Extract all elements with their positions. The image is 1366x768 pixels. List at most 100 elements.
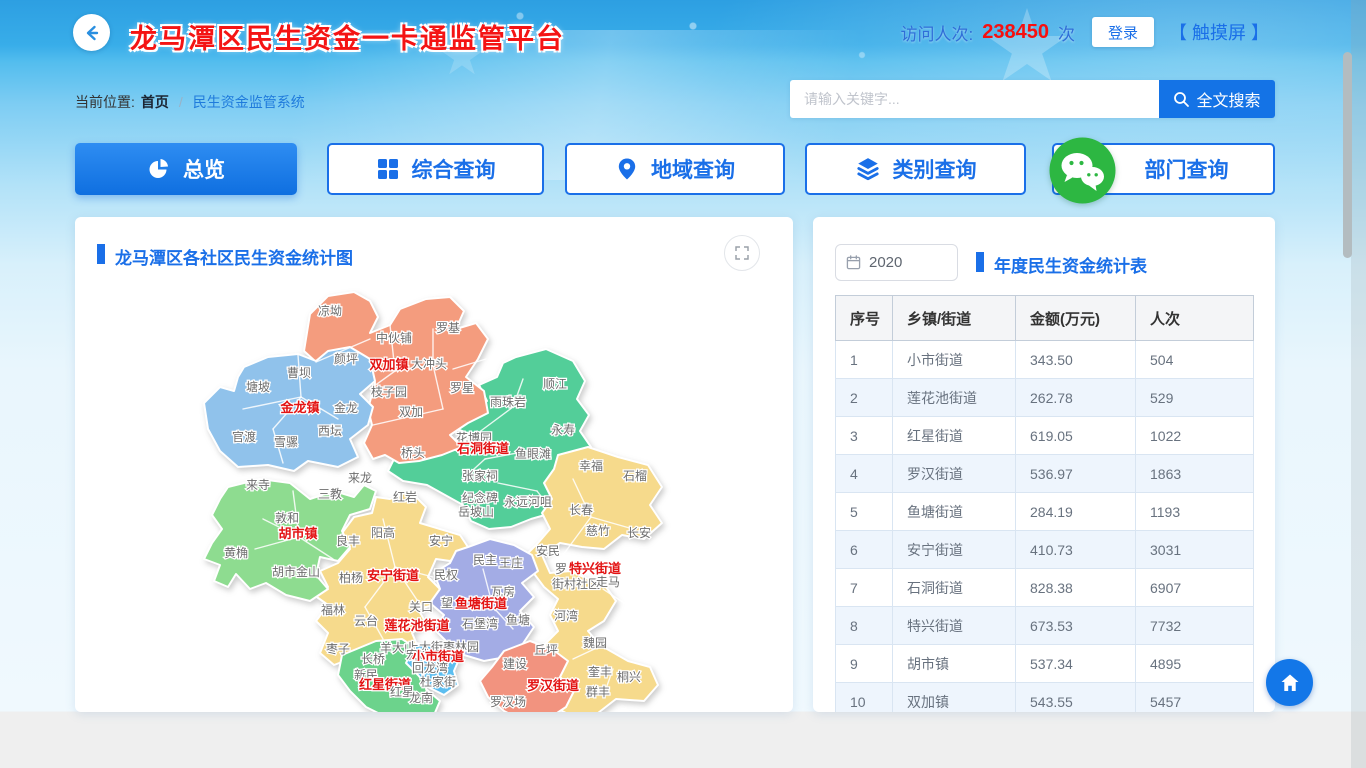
map-community-label: 鱼眼滩	[515, 447, 551, 461]
visits-count: 238450	[982, 21, 1049, 44]
table-cell: 828.38	[1016, 569, 1136, 607]
map-community-label: 曹坝	[287, 366, 311, 380]
map-community-label: 中伙铺	[376, 330, 412, 345]
map-community-label: 三教	[318, 486, 342, 501]
map-community-label: 官渡	[232, 429, 256, 444]
table-cell: 1863	[1136, 455, 1254, 493]
fullscreen-icon	[734, 245, 750, 261]
table-cell: 673.53	[1016, 607, 1136, 645]
map-community-label: 丘坪	[534, 643, 558, 657]
table-cell: 7	[836, 569, 893, 607]
map-community-label: 塘坡	[246, 379, 270, 394]
touch-screen-link[interactable]: 【 触摸屏 】	[1169, 19, 1269, 45]
map-community-label: 罗基	[436, 321, 460, 335]
login-button[interactable]: 登录	[1092, 17, 1154, 47]
search-button-label: 全文搜索	[1196, 87, 1260, 111]
table-cell: 504	[1136, 341, 1254, 379]
map-community-label: 安宁	[429, 533, 453, 548]
map-community-label: 鱼塘	[506, 612, 530, 627]
calendar-icon	[846, 255, 861, 270]
table-cell: 1193	[1136, 493, 1254, 531]
table-cell: 6907	[1136, 569, 1254, 607]
layers-icon	[855, 156, 881, 182]
table-cell: 鱼塘街道	[893, 493, 1016, 531]
map-community-label: 凉坳	[318, 303, 342, 318]
map-town-label: 石洞街道	[456, 441, 509, 456]
year-value[interactable]	[869, 254, 929, 271]
map-community-label: 关口	[409, 600, 433, 614]
table-cell: 343.50	[1016, 341, 1136, 379]
scrollbar-thumb[interactable]	[1343, 52, 1352, 258]
map-community-label: 黄桷	[224, 545, 248, 560]
tab-comprehensive-query[interactable]: 综合查询	[327, 143, 544, 195]
table-cell: 3	[836, 417, 893, 455]
map-community-label: 石榴	[623, 469, 647, 483]
map-town-label: 罗汉街道	[527, 678, 579, 693]
map-community-label: 石堡湾	[462, 616, 498, 631]
map-community-label: 西坛	[318, 424, 342, 438]
map-community-label: 桐兴	[617, 670, 641, 684]
district-map[interactable]: 凉坳中伙铺罗基颜坪双加镇大冲头罗星枝子园双加曹坝塘坡金龙镇金龙官渡雪骡西坛顺江雨…	[133, 279, 788, 712]
table-cell: 1022	[1136, 417, 1254, 455]
table-header-cell: 乡镇/街道	[893, 296, 1016, 341]
map-community-label: 张家祠	[462, 468, 498, 483]
page-title: 龙马潭区民生资金一卡通监管平台	[130, 17, 565, 56]
table-cell: 3031	[1136, 531, 1254, 569]
wechat-icon[interactable]	[1049, 137, 1116, 204]
map-community-label: 望	[441, 596, 453, 610]
stats-panel-title: 年度民生资金统计表	[994, 252, 1147, 277]
breadcrumb-current[interactable]: 民生资金监管系统	[193, 92, 305, 112]
search-button[interactable]: 全文搜索	[1159, 80, 1275, 118]
tab-label: 部门查询	[1145, 154, 1229, 184]
panel-title-bar	[97, 244, 105, 264]
map-town-label: 金龙镇	[279, 400, 319, 415]
search-bar: 全文搜索	[790, 80, 1275, 118]
table-cell: 4895	[1136, 645, 1254, 683]
table-cell: 410.73	[1016, 531, 1136, 569]
map-community-label: 阳高	[371, 525, 395, 540]
map-community-label: 龙南	[409, 690, 433, 705]
stats-panel: 年度民生资金统计表 序号乡镇/街道金额(万元)人次 1小市街道343.50504…	[813, 217, 1275, 712]
home-button[interactable]	[1266, 659, 1313, 706]
map-community-label: 杜家街	[420, 674, 456, 689]
map-community-label: 罗	[555, 562, 567, 576]
map-community-label: 枣子	[326, 642, 350, 656]
map-community-label: 民权	[434, 568, 458, 582]
table-row: 9胡市镇537.344895	[836, 645, 1254, 683]
table-cell: 石洞街道	[893, 569, 1016, 607]
tab-overview[interactable]: 总览	[75, 143, 297, 195]
table-cell: 6	[836, 531, 893, 569]
home-icon	[1278, 671, 1302, 695]
search-input[interactable]	[790, 80, 1159, 118]
map-panel-title: 龙马潭区各社区民生资金统计图	[115, 244, 353, 269]
map-community-label: 罗星	[450, 381, 474, 395]
table-cell: 529	[1136, 379, 1254, 417]
table-cell: 5	[836, 493, 893, 531]
tab-region-query[interactable]: 地域查询	[565, 143, 785, 195]
table-cell: 284.19	[1016, 493, 1136, 531]
breadcrumb-separator: /	[179, 94, 183, 110]
map-community-label: 幸福	[579, 458, 603, 473]
table-cell: 罗汉街道	[893, 455, 1016, 493]
map-community-label: 来寺	[246, 478, 270, 492]
breadcrumb-home[interactable]: 首页	[141, 92, 169, 112]
table-cell: 262.78	[1016, 379, 1136, 417]
table-cell: 619.05	[1016, 417, 1136, 455]
map-community-label: 红岩	[393, 489, 417, 504]
map-community-label: 建设	[503, 657, 527, 671]
tab-category-query[interactable]: 类别查询	[805, 143, 1026, 195]
fullscreen-button[interactable]	[724, 235, 760, 271]
map-community-label: 大冲头	[411, 356, 447, 371]
scrollbar-track[interactable]	[1351, 0, 1366, 768]
panel-title-bar	[976, 252, 984, 272]
table-row: 8特兴街道673.537732	[836, 607, 1254, 645]
map-community-label: 永寿	[551, 423, 575, 437]
table-header-cell: 人次	[1136, 296, 1254, 341]
table-cell: 胡市镇	[893, 645, 1016, 683]
back-button[interactable]	[73, 14, 110, 51]
table-cell: 10	[836, 683, 893, 713]
table-cell: 537.34	[1016, 645, 1136, 683]
map-community-label: 罗汉场	[490, 695, 526, 709]
year-picker[interactable]	[835, 244, 958, 281]
grid-icon	[376, 157, 400, 181]
